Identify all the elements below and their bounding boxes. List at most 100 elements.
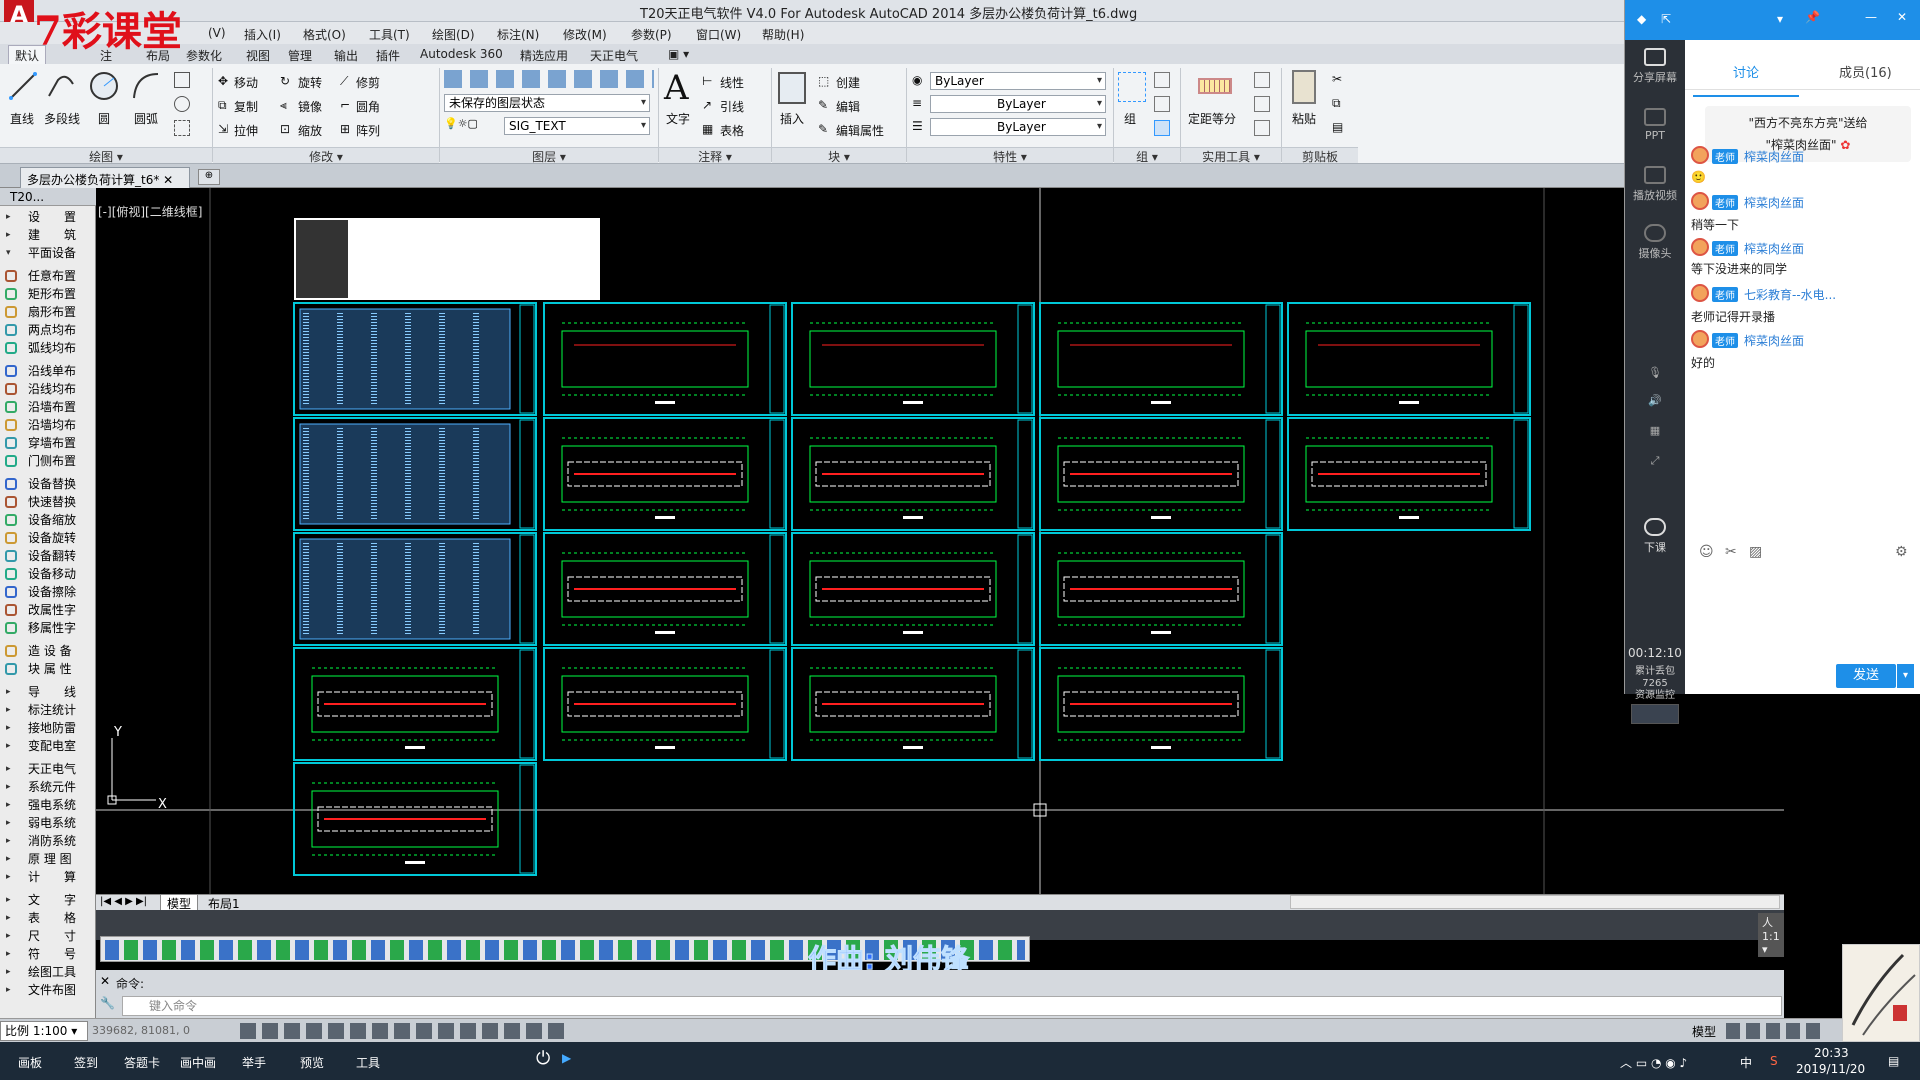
tab-output[interactable]: 输出 [334,47,358,64]
mirror-icon[interactable]: ⫷ [280,98,287,113]
viewport-controls-label[interactable]: [-][俯视][二维线框] [98,203,202,220]
paste-button[interactable]: 粘贴 [1292,110,1316,127]
send-options-icon[interactable]: ▾ [1896,664,1914,688]
linetype-dropdown[interactable]: ByLayer [930,95,1106,113]
arc-icon[interactable] [130,70,160,102]
image-icon[interactable]: ▨ [1749,544,1762,560]
tab-view[interactable]: 视图 [246,47,270,64]
paste-icon[interactable] [1292,70,1316,104]
palette-item[interactable]: 移属性字 [0,619,96,637]
status-tray-icons[interactable] [1726,1023,1826,1039]
copy-clip-icon[interactable]: ⧉ [1332,96,1341,111]
taskbar-raise-hand[interactable]: 举手 [242,1054,266,1071]
model-space-button[interactable]: 模型 [1692,1023,1716,1040]
edit-attribute-icon[interactable]: ✎ [818,122,828,136]
block-panel-title[interactable]: 块 ▾ [772,147,906,164]
rotate-icon[interactable]: ↻ [280,74,290,88]
tab-autodesk-360[interactable]: Autodesk 360 [420,47,503,61]
taskbar-signin[interactable]: 签到 [74,1054,98,1071]
measure-icon[interactable] [1198,78,1232,94]
close-command-icon[interactable]: ✕ [100,974,110,988]
palette-item[interactable]: 沿墙均布 [0,416,96,434]
group-select-icon[interactable] [1154,120,1170,136]
palette-item[interactable]: ▸ 建 筑 [0,226,96,244]
region-icon[interactable] [174,120,190,136]
menu-insert[interactable]: 插入(I) [244,26,281,43]
palette-item[interactable]: 设备缩放 [0,511,96,529]
palette-item[interactable]: 设备替换 [0,475,96,493]
modify-panel-title[interactable]: 修改 ▾ [213,147,439,164]
avatar[interactable] [1691,330,1709,348]
scale-button[interactable]: 缩放 [298,122,322,139]
cut-icon[interactable]: ✂ [1332,72,1342,86]
annotation-panel-title[interactable]: 注释 ▾ [659,147,771,164]
palette-title[interactable]: T20... [0,188,96,206]
palette-item[interactable]: ▸ 文 字 [0,891,96,909]
group-edit-icon[interactable] [1154,96,1170,112]
annotation-scale[interactable]: 人 1:1 ▾ [1758,913,1784,957]
menu-format[interactable]: 格式(O) [303,26,346,43]
palette-item[interactable]: ▸ 计 算 [0,868,96,886]
leader-icon[interactable]: ↗ [702,98,712,112]
sender-name[interactable]: 榨菜肉丝面 [1744,334,1804,348]
drawing-viewport[interactable]: YX [96,188,1784,894]
menu-window[interactable]: 窗口(W) [696,26,741,43]
trim-icon[interactable]: ⟋ [340,74,348,89]
linetype-icon[interactable]: ≡ [912,96,922,110]
speaker-icon[interactable]: 🔊 [1625,394,1685,407]
arc-label[interactable]: 圆弧 [134,110,158,127]
properties-panel-title[interactable]: 特性 ▾ [907,147,1113,164]
share-screen-button[interactable]: 分享屏幕 [1625,48,1685,85]
quick-calc-icon[interactable] [1254,72,1270,88]
stretch-icon[interactable]: ⇲ [218,122,228,136]
tab-manage[interactable]: 管理 [288,47,312,64]
avatar[interactable] [1691,284,1709,302]
palette-item[interactable]: 沿线均布 [0,380,96,398]
palette-item[interactable]: 快速替换 [0,493,96,511]
palette-item[interactable]: 沿线单布 [0,362,96,380]
polyline-label[interactable]: 多段线 [44,110,80,127]
minimize-icon[interactable]: — [1865,10,1877,24]
palette-item[interactable]: 弧线均布 [0,339,96,357]
camera-dropdown-icon[interactable]: ▣ ▾ [668,47,689,61]
circle-icon[interactable] [88,70,120,102]
cad-drawing-canvas[interactable]: YX [96,188,1784,894]
stretch-button[interactable]: 拉伸 [234,122,258,139]
trim-button[interactable]: 修剪 [356,74,380,91]
mirror-button[interactable]: 镜像 [298,98,322,115]
fullscreen-icon[interactable]: ⤢ [1625,454,1685,468]
ime-indicator[interactable]: 中 [1740,1054,1752,1071]
line-label[interactable]: 直线 [10,110,34,127]
table-button[interactable]: 表格 [720,122,744,139]
polyline-icon[interactable] [46,70,76,102]
tab-plugins[interactable]: 插件 [376,47,400,64]
array-icon[interactable]: ⊞ [340,122,350,136]
taskbar-answer-card[interactable]: 答题卡 [124,1054,160,1071]
settings-gear-icon[interactable]: ⚙ [1895,544,1908,560]
rotate-button[interactable]: 旋转 [298,74,322,91]
palette-item[interactable]: ▸ 标注统计 [0,701,96,719]
palette-item[interactable]: ▸ 强电系统 [0,796,96,814]
tab-featured-apps[interactable]: 精选应用 [520,47,568,64]
fillet-button[interactable]: 圆角 [356,98,380,115]
layers-panel-title[interactable]: 图层 ▾ [440,147,658,164]
move-icon[interactable]: ✥ [218,74,228,88]
circle-label[interactable]: 圆 [98,110,110,127]
menu-modify[interactable]: 修改(M) [563,26,607,43]
insert-block-icon[interactable] [778,72,806,104]
palette-item[interactable]: ▸ 设 置 [0,208,96,226]
resource-monitor-graph[interactable] [1631,704,1679,724]
palette-item[interactable]: 穿墙布置 [0,434,96,452]
ungroup-icon[interactable] [1154,72,1170,88]
create-block-button[interactable]: 创建 [836,74,860,91]
palette-item[interactable]: 设备移动 [0,565,96,583]
horizontal-scrollbar[interactable] [1290,895,1780,909]
palette-item[interactable]: ▾ 平面设备 [0,244,96,262]
ppt-button[interactable]: PPT [1625,108,1685,142]
scissors-icon[interactable]: ✂ [1725,544,1737,560]
group-icon[interactable] [1118,72,1146,102]
menu-draw[interactable]: 绘图(D) [432,26,475,43]
emoji-icon[interactable]: ☺ [1699,544,1714,560]
palette-item[interactable]: ▸ 绘图工具 [0,963,96,981]
mic-mute-icon[interactable]: 🎙 [1625,366,1685,379]
